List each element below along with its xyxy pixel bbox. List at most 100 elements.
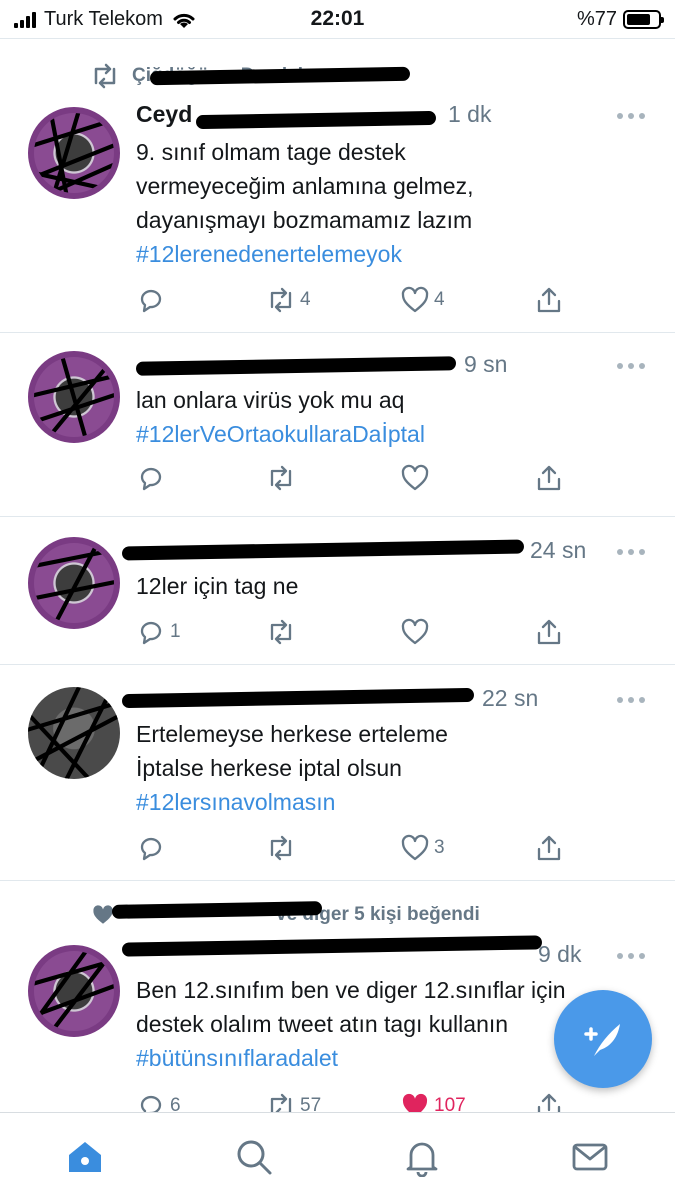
- share-button[interactable]: [534, 285, 564, 315]
- like-count: 4: [434, 289, 445, 310]
- share-icon: [537, 835, 561, 861]
- tweet-line: dayanışmayı bozmamamız lazım: [136, 207, 473, 233]
- like-button[interactable]: 4: [400, 285, 445, 315]
- retweet-count: 57: [300, 1095, 322, 1112]
- reply-button[interactable]: [136, 833, 170, 863]
- messages-icon: [572, 1143, 608, 1171]
- like-button[interactable]: 107: [400, 1091, 466, 1112]
- avatar[interactable]: [28, 351, 120, 443]
- heart-icon: [401, 286, 429, 313]
- tweet-actions: 4 4: [136, 285, 576, 315]
- reply-button[interactable]: [136, 463, 170, 493]
- reply-icon: [140, 1095, 162, 1112]
- retweet-icon: [270, 619, 292, 645]
- avatar[interactable]: [28, 537, 120, 629]
- compose-tweet-button[interactable]: [554, 990, 652, 1088]
- more-options-icon[interactable]: [617, 363, 645, 369]
- tweet-line: 12ler için tag ne: [136, 573, 299, 599]
- retweet-small-icon: [94, 63, 116, 89]
- hashtag-link[interactable]: #12lersınavolmasın: [136, 785, 661, 819]
- tweet-actions: [136, 463, 576, 493]
- more-options-icon[interactable]: [617, 697, 645, 703]
- bottom-tab-bar: [0, 1112, 675, 1200]
- heart-icon: [401, 464, 429, 491]
- retweet-button[interactable]: 57: [266, 1091, 321, 1112]
- tweet[interactable]: 24 sn 12ler için tag ne 1: [0, 517, 675, 665]
- reply-button[interactable]: [136, 285, 170, 315]
- tweet-time: 9 dk: [538, 941, 582, 967]
- tweet[interactable]: Çiğdöğü ve Damlalı Ceyd 1 dk 9. sınıf ol…: [0, 39, 675, 333]
- search-icon: [237, 1140, 272, 1175]
- avatar[interactable]: [28, 945, 120, 1037]
- status-bar: Turk Telekom 22:01 %77: [0, 0, 675, 38]
- retweet-icon: [270, 287, 292, 313]
- tweet-time: 22 sn: [482, 685, 539, 711]
- tweet-line: İptalse herkese iptal olsun: [136, 755, 402, 781]
- tweet[interactable]: 22 sn Ertelemeyse herkese erteleme İptal…: [0, 665, 675, 881]
- tab-home[interactable]: [63, 1135, 107, 1179]
- reply-button[interactable]: 1: [136, 617, 181, 647]
- tab-messages[interactable]: [568, 1135, 612, 1179]
- author-name[interactable]: Ceyd: [136, 101, 192, 127]
- tweet-text: lan onlara virüs yok mu aq #12lerVeOrtao…: [136, 383, 661, 451]
- reply-icon: [140, 837, 162, 861]
- share-icon: [537, 465, 561, 491]
- like-button[interactable]: [400, 463, 434, 493]
- tweet-actions: 3: [136, 833, 576, 863]
- tweet-text: 9. sınıf olmam tage destek vermeyeceğim …: [136, 135, 661, 271]
- share-icon: [537, 619, 561, 645]
- compose-tweet-icon: [584, 1024, 620, 1056]
- timeline-feed[interactable]: Çiğdöğü ve Damlalı Ceyd 1 dk 9. sınıf ol…: [0, 38, 675, 1112]
- reply-button[interactable]: 6: [136, 1091, 181, 1112]
- battery-status: %77: [576, 8, 664, 31]
- share-icon: [537, 1093, 561, 1112]
- hashtag-link[interactable]: #12lerVeOrtaokullaraDaİptal: [136, 417, 661, 451]
- tweet-line: Ertelemeyse herkese erteleme: [136, 721, 448, 747]
- more-options-icon[interactable]: [617, 113, 645, 119]
- share-button[interactable]: [534, 833, 564, 863]
- battery-fill: [627, 14, 651, 25]
- tweet[interactable]: 9 sn lan onlara virüs yok mu aq #12lerVe…: [0, 333, 675, 517]
- hashtag-link[interactable]: #12lerenedenertelemeyok: [136, 237, 661, 271]
- avatar[interactable]: [28, 687, 120, 779]
- tweet-text: 12ler için tag ne: [136, 569, 661, 603]
- heart-icon: [401, 834, 429, 861]
- tweet-time: 9 sn: [464, 351, 508, 377]
- share-button[interactable]: [534, 463, 564, 493]
- reply-icon: [140, 621, 162, 645]
- tab-search[interactable]: [232, 1135, 276, 1179]
- share-icon: [537, 287, 561, 313]
- more-options-icon[interactable]: [617, 549, 645, 555]
- retweet-count: 4: [300, 289, 311, 310]
- tweet-time: 1 dk: [448, 101, 492, 127]
- tweet-text: Ertelemeyse herkese erteleme İptalse her…: [136, 717, 661, 819]
- share-button[interactable]: [534, 1091, 564, 1112]
- retweet-icon: [270, 465, 292, 491]
- reply-count: 1: [170, 621, 181, 642]
- battery-percent: %77: [576, 8, 617, 30]
- share-button[interactable]: [534, 617, 564, 647]
- like-count: 107: [434, 1095, 466, 1112]
- retweet-icon: [270, 835, 292, 861]
- battery-icon: [623, 10, 664, 29]
- tweet-time: 24 sn: [530, 537, 587, 563]
- reply-icon: [140, 289, 162, 313]
- tab-notifications[interactable]: [400, 1135, 444, 1179]
- heart-filled-icon: [402, 1093, 428, 1112]
- retweet-button[interactable]: [266, 463, 300, 493]
- retweet-icon: [270, 1093, 292, 1112]
- avatar[interactable]: [28, 107, 120, 199]
- tweet-actions: 1: [136, 617, 576, 647]
- like-button[interactable]: [400, 617, 434, 647]
- tweet-line: 9. sınıf olmam tage destek: [136, 139, 406, 165]
- like-count: 3: [434, 837, 445, 858]
- heart-icon: [401, 618, 429, 645]
- like-button[interactable]: 3: [400, 833, 445, 863]
- tweet-line: vermeyeceğim anlamına gelmez,: [136, 173, 474, 199]
- retweet-button[interactable]: 4: [266, 285, 311, 315]
- more-options-icon[interactable]: [617, 953, 645, 959]
- reply-count: 6: [170, 1095, 181, 1112]
- retweet-button[interactable]: [266, 833, 300, 863]
- clock: 22:01: [310, 7, 365, 30]
- retweet-button[interactable]: [266, 617, 300, 647]
